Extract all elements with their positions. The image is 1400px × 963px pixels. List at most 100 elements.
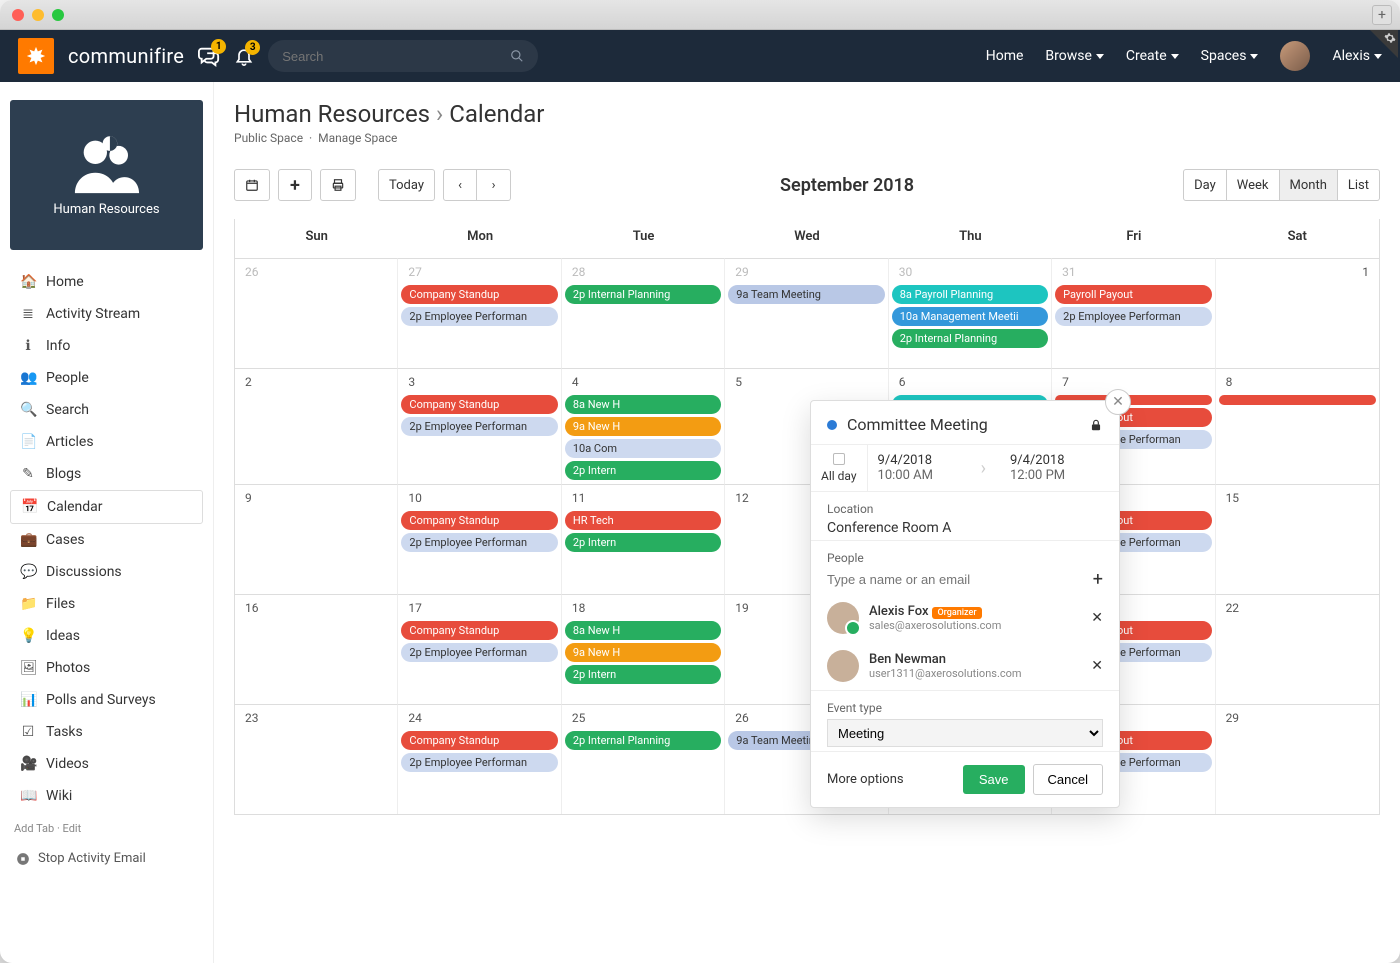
space-card[interactable]: Human Resources	[10, 100, 203, 250]
sidebar-item-polls-and-surveys[interactable]: 📊Polls and Surveys	[10, 684, 203, 716]
view-day[interactable]: Day	[1183, 169, 1227, 201]
nav-browse[interactable]: Browse	[1045, 48, 1103, 64]
calendar-event[interactable]: 2p Intern	[565, 461, 721, 480]
more-options-link[interactable]: More options	[827, 772, 904, 787]
calendar-cell[interactable]: 27Company Standup2p Employee Performan	[398, 258, 561, 368]
sidebar-item-cases[interactable]: 💼Cases	[10, 524, 203, 556]
end-datetime[interactable]: 9/4/2018 12:00 PM	[990, 453, 1109, 483]
calendar-event[interactable]: 2p Intern	[565, 665, 721, 684]
chat-icon[interactable]: 1	[198, 45, 220, 67]
close-icon[interactable]: ✕	[1105, 389, 1131, 415]
calendar-cell[interactable]: 252p Internal Planning	[562, 704, 725, 814]
sidebar-item-blogs[interactable]: ✎Blogs	[10, 458, 203, 490]
calendar-cell[interactable]: 17Company Standup2p Employee Performan	[398, 594, 561, 704]
calendar-event[interactable]: 2p Employee Performan	[1055, 307, 1211, 326]
sidebar-item-ideas[interactable]: 💡Ideas	[10, 620, 203, 652]
close-window-icon[interactable]	[12, 9, 24, 21]
view-month[interactable]: Month	[1280, 169, 1338, 201]
add-tab-link[interactable]: Add Tab · Edit	[14, 822, 199, 835]
sidebar-item-home[interactable]: 🏠Home	[10, 266, 203, 298]
calendar-cell[interactable]: 188a New H9a New H2p Intern	[562, 594, 725, 704]
calendar-event[interactable]: Company Standup	[401, 731, 557, 750]
sidebar-item-search[interactable]: 🔍Search	[10, 394, 203, 426]
calendar-event[interactable]: 10a Com	[565, 439, 721, 458]
calendar-cell[interactable]: 9	[235, 484, 398, 594]
calendar-cell[interactable]: 48a New H9a New H10a Com2p Intern	[562, 368, 725, 484]
remove-attendee-button[interactable]: ✕	[1091, 658, 1103, 674]
nav-spaces[interactable]: Spaces	[1201, 48, 1259, 64]
calendar-cell[interactable]: 15	[1216, 484, 1379, 594]
calendar-cell[interactable]: 282p Internal Planning	[562, 258, 725, 368]
save-button[interactable]: Save	[963, 765, 1025, 794]
calendar-event[interactable]: 9a New H	[565, 417, 721, 436]
search-box[interactable]	[268, 40, 538, 72]
sidebar-item-info[interactable]: ℹInfo	[10, 330, 203, 362]
start-datetime[interactable]: 9/4/2018 10:00 AM	[878, 453, 977, 483]
space-name[interactable]: Human Resources	[234, 100, 430, 128]
all-day-toggle[interactable]: All day	[811, 445, 868, 491]
sidebar-item-discussions[interactable]: 💬Discussions	[10, 556, 203, 588]
search-input[interactable]	[282, 49, 510, 64]
calendar-cell[interactable]: 22	[1216, 594, 1379, 704]
calendar-event[interactable]: Company Standup	[401, 511, 557, 530]
calendar-cell[interactable]: 1	[1216, 258, 1379, 368]
calendar-event[interactable]: 2p Internal Planning	[565, 731, 721, 750]
calendar-cell[interactable]: 308a Payroll Planning10a Management Meet…	[889, 258, 1052, 368]
view-list[interactable]: List	[1338, 169, 1380, 201]
calendar-event[interactable]: Company Standup	[401, 395, 557, 414]
calendar-event[interactable]: 9a New H	[565, 643, 721, 662]
calendar-event[interactable]	[1219, 395, 1376, 405]
calendar-event[interactable]: 2p Employee Performan	[401, 643, 557, 662]
calendar-event[interactable]: 2p Employee Performan	[401, 753, 557, 772]
calendar-event[interactable]: 8a New H	[565, 621, 721, 640]
brand-logo[interactable]	[18, 38, 54, 74]
maximize-window-icon[interactable]	[52, 9, 64, 21]
sidebar-item-articles[interactable]: 📄Articles	[10, 426, 203, 458]
manage-space-link[interactable]: Manage Space	[318, 131, 397, 145]
calendar-cell[interactable]: 10Company Standup2p Employee Performan	[398, 484, 561, 594]
sidebar-item-videos[interactable]: 🎥Videos	[10, 748, 203, 780]
people-input[interactable]	[827, 572, 1093, 587]
calendar-event[interactable]: 2p Intern	[565, 533, 721, 552]
sidebar-item-photos[interactable]: 🖼Photos	[10, 652, 203, 684]
calendar-event[interactable]: 2p Internal Planning	[565, 285, 721, 304]
cancel-button[interactable]: Cancel	[1033, 764, 1103, 795]
calendar-event[interactable]: 2p Internal Planning	[892, 329, 1048, 348]
calendar-cell[interactable]: 29	[1216, 704, 1379, 814]
calendar-event[interactable]: 8a New H	[565, 395, 721, 414]
sidebar-item-tasks[interactable]: ☑Tasks	[10, 716, 203, 748]
calendar-event[interactable]: 2p Employee Performan	[401, 307, 557, 326]
calendar-picker-button[interactable]	[234, 169, 270, 201]
event-type-select[interactable]: Meeting	[827, 719, 1103, 747]
prev-button[interactable]: ‹	[443, 169, 477, 201]
sidebar-item-wiki[interactable]: 📖Wiki	[10, 780, 203, 812]
calendar-cell[interactable]: 31Payroll Payout2p Employee Performan	[1052, 258, 1215, 368]
next-button[interactable]: ›	[477, 169, 511, 201]
add-person-button[interactable]: +	[1093, 569, 1103, 590]
calendar-event[interactable]: 10a Management Meetii	[892, 307, 1048, 326]
minimize-window-icon[interactable]	[32, 9, 44, 21]
checkbox-icon[interactable]	[833, 453, 845, 465]
sidebar-item-activity-stream[interactable]: ≣Activity Stream	[10, 298, 203, 330]
location-value[interactable]: Conference Room A	[827, 520, 1103, 536]
settings-corner[interactable]	[1370, 30, 1398, 58]
calendar-cell[interactable]: 2	[235, 368, 398, 484]
calendar-cell[interactable]: 26	[235, 258, 398, 368]
sidebar-item-calendar[interactable]: 📅Calendar	[10, 490, 203, 524]
sidebar-item-files[interactable]: 📁Files	[10, 588, 203, 620]
calendar-cell[interactable]: 24Company Standup2p Employee Performan	[398, 704, 561, 814]
print-button[interactable]	[320, 169, 356, 201]
user-avatar[interactable]	[1280, 41, 1310, 71]
calendar-event[interactable]: 9a Team Meeting	[728, 285, 884, 304]
add-event-button[interactable]: +	[278, 169, 312, 201]
calendar-event[interactable]: Payroll Payout	[1055, 285, 1211, 304]
calendar-cell[interactable]: 16	[235, 594, 398, 704]
new-tab-button[interactable]: +	[1372, 5, 1392, 25]
calendar-cell[interactable]: 11HR Tech2p Intern	[562, 484, 725, 594]
calendar-cell[interactable]: 23	[235, 704, 398, 814]
sidebar-item-people[interactable]: 👥People	[10, 362, 203, 394]
calendar-event[interactable]: 2p Employee Performan	[401, 417, 557, 436]
calendar-cell[interactable]: 299a Team Meeting	[725, 258, 888, 368]
calendar-cell[interactable]: 3Company Standup2p Employee Performan	[398, 368, 561, 484]
bell-icon[interactable]: 3	[234, 46, 254, 66]
